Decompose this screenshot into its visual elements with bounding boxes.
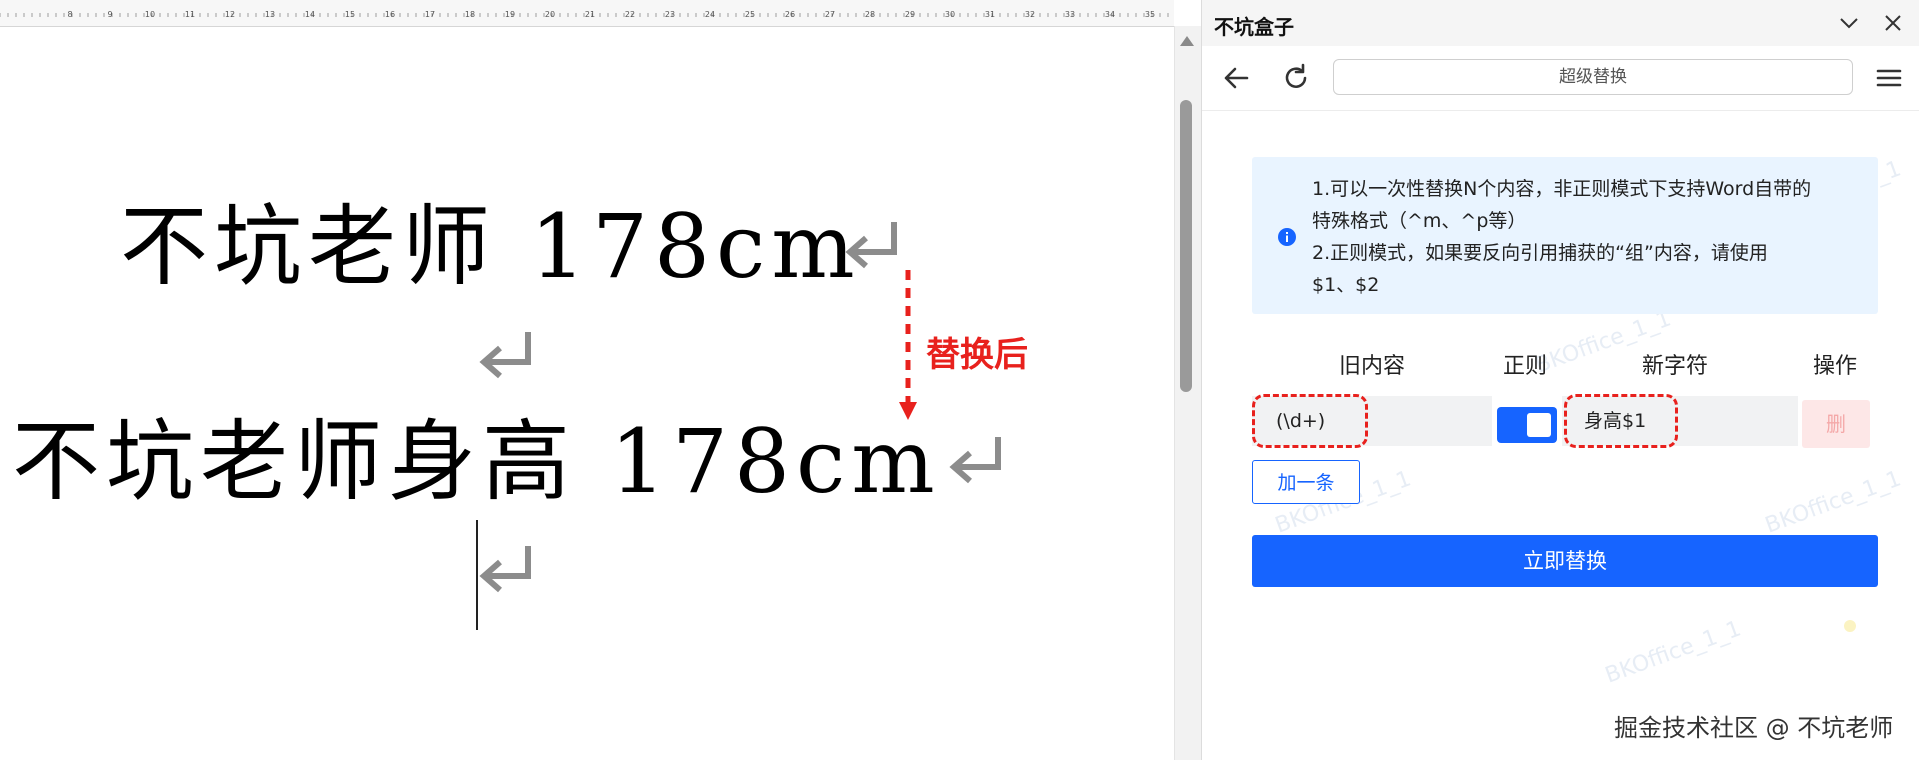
column-header-old-content: 旧内容 xyxy=(1339,354,1406,379)
ruler-number: 10 xyxy=(145,10,155,19)
ruler-number: 12 xyxy=(225,10,235,19)
info-text: 1.可以一次性替换N个内容，非正则模式下支持Word自带的 特殊格式（^m、^p… xyxy=(1312,173,1872,301)
ruler-number: 35 xyxy=(1145,10,1155,19)
paragraph-mark-icon xyxy=(845,222,897,269)
panel-title: 不坑盒子 xyxy=(1214,15,1294,39)
ruler-number: 11 xyxy=(185,10,195,19)
info-line: 2.正则模式，如果要反向引用捕获的“组”内容，请使用 xyxy=(1312,242,1768,264)
ruler-number: 18 xyxy=(465,10,475,19)
ruler-number: 25 xyxy=(745,10,755,19)
document-line-original[interactable]: 不坑老师 178cm xyxy=(120,203,861,291)
column-header-regex: 正则 xyxy=(1503,354,1548,379)
ruler-number: 34 xyxy=(1105,10,1115,19)
ruler-number: 33 xyxy=(1065,10,1075,19)
refresh-icon[interactable] xyxy=(1281,63,1311,93)
panel-nav-bar: 超级替换 xyxy=(1202,46,1919,111)
ruler-number: 30 xyxy=(945,10,955,19)
ruler-number: 32 xyxy=(1025,10,1035,19)
info-line: 特殊格式（^m、^p等） xyxy=(1312,210,1527,232)
ruler-number: 29 xyxy=(905,10,915,19)
highlight-outline xyxy=(1564,394,1678,448)
ruler-number: 8 xyxy=(67,10,72,19)
info-icon xyxy=(1278,228,1296,246)
info-line: 1.可以一次性替换N个内容，非正则模式下支持Word自带的 xyxy=(1312,178,1812,200)
ruler-number: 19 xyxy=(505,10,515,19)
info-line: $1、$2 xyxy=(1312,274,1380,296)
ruler-number: 9 xyxy=(107,10,112,19)
panel-title-bar: 不坑盒子 xyxy=(1202,0,1919,46)
back-arrow-icon[interactable] xyxy=(1221,63,1251,93)
ruler-number: 16 xyxy=(385,10,395,19)
highlight-outline xyxy=(1252,394,1368,448)
ruler-number: 27 xyxy=(825,10,835,19)
paragraph-mark-icon xyxy=(479,546,531,593)
chevron-down-icon[interactable] xyxy=(1838,12,1860,34)
ruler-number: 28 xyxy=(865,10,875,19)
ruler-number: 17 xyxy=(425,10,435,19)
watermark: BKOffice_1_1 xyxy=(1602,616,1745,689)
annotation-label: 替换后 xyxy=(926,335,1028,375)
info-notice: 1.可以一次性替换N个内容，非正则模式下支持Word自带的 特殊格式（^m、^p… xyxy=(1252,157,1878,314)
ruler-number: 22 xyxy=(625,10,635,19)
ruler-ticks: 8 9 10 11 12 13 14 15 16 17 18 19 20 21 22 23 24 25 26 27 28… xyxy=(0,10,1169,19)
ruler-number: 24 xyxy=(705,10,715,19)
address-bar[interactable]: 超级替换 xyxy=(1333,59,1853,95)
ruler-number: 15 xyxy=(345,10,355,19)
column-header-operation: 操作 xyxy=(1813,354,1858,379)
delete-row-button[interactable]: 删 xyxy=(1802,400,1870,448)
watermark: BKOffice_1_1 xyxy=(1762,466,1905,539)
paragraph-mark-icon xyxy=(479,332,531,379)
ruler-number: 21 xyxy=(585,10,595,19)
document-line-replaced[interactable]: 不坑老师身高 178cm xyxy=(12,418,941,506)
ruler-number: 23 xyxy=(665,10,675,19)
scrollbar-thumb[interactable] xyxy=(1180,100,1192,392)
dashed-arrow-down-icon xyxy=(899,270,917,420)
close-icon[interactable] xyxy=(1882,12,1904,34)
side-panel: 不坑盒子 超级替换 BKOffice_1_1 BKOffice_1_1 BKOf… xyxy=(1201,0,1919,760)
add-row-button[interactable]: 加一条 xyxy=(1252,460,1360,504)
replace-now-button[interactable]: 立即替换 xyxy=(1252,535,1878,587)
toggle-knob xyxy=(1527,413,1551,437)
paragraph-mark-icon xyxy=(949,437,1001,484)
ruler-number: 20 xyxy=(545,10,555,19)
scroll-up-arrow-icon[interactable] xyxy=(1180,36,1194,46)
regex-toggle[interactable] xyxy=(1497,407,1557,443)
document-area[interactable]: 8 9 10 11 12 13 14 15 16 17 18 19 20 21 22 23 24 25 26 27 28… xyxy=(0,0,1174,760)
footer-credit: 掘金技术社区 @ 不坑老师 xyxy=(1614,714,1894,742)
ruler-number: 13 xyxy=(265,10,275,19)
ruler-number: 31 xyxy=(985,10,995,19)
hamburger-menu-icon[interactable] xyxy=(1875,64,1903,92)
decorative-dot xyxy=(1844,620,1856,632)
ruler-number: 26 xyxy=(785,10,795,19)
ruler-number: 14 xyxy=(305,10,315,19)
column-header-new-text: 新字符 xyxy=(1642,354,1709,379)
horizontal-ruler[interactable]: 8 9 10 11 12 13 14 15 16 17 18 19 20 21 22 23 24 25 26 27 28… xyxy=(0,0,1174,27)
